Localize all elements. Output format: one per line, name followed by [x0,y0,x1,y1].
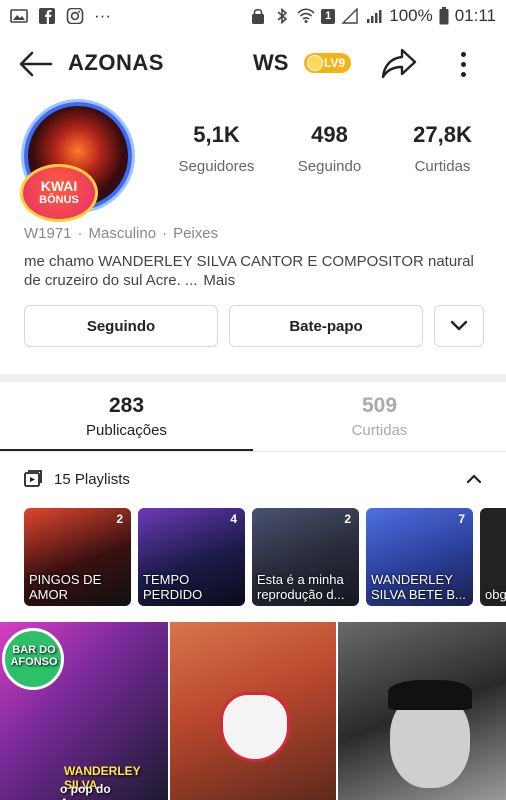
level-badge: LV9 [304,53,352,73]
bluetooth-icon [277,8,288,24]
profile-sign: Peixes [173,225,219,242]
sim-badge: 1 [321,8,336,24]
share-button[interactable] [380,46,420,82]
chevron-down-icon [450,320,468,331]
tab-count: 283 [108,394,145,417]
playlist-card[interactable]: 2 PINGOS DE AMOR [24,508,131,606]
playlist-count: 2 [116,512,123,526]
tab-label: Publicações [86,422,167,439]
tab-label: Curtidas [351,422,408,439]
thumbnail-cap-shape [388,680,472,710]
playlist-title: PINGOS DE AMOR [29,572,102,602]
video-thumbnail[interactable]: BAR DO AFONSO WANDERLEY SILVA o pop do A… [0,622,168,800]
back-button[interactable] [18,46,62,82]
playlist-card[interactable]: 7 WANDERLEY SILVA BETE B... [366,508,473,606]
signal-icon-1 [341,8,358,24]
playlists-title: 15 Playlists [54,470,130,488]
profile-id: W1971 [24,225,72,242]
separator: · [77,225,83,242]
section-divider [0,374,506,382]
username-left: AZONAS [68,50,164,75]
more-options-button[interactable] [450,46,476,82]
more-dot-icon [460,61,466,67]
avatar-wrap[interactable]: KWAI BÔNUS [16,94,140,232]
playlist-title: Esta é a minha reprodução d... [257,572,345,602]
share-icon [381,48,417,79]
playlists-header[interactable]: 15 Playlists [24,466,484,492]
username-right: WS [253,50,289,75]
profile-meta: W1971 · Masculino · Peixes [24,225,218,242]
playlist-card[interactable]: obg tud [480,508,506,606]
more-notifications-icon: ··· [94,6,111,25]
video-thumbnail[interactable] [338,622,506,800]
playlist-card[interactable]: 2 Esta é a minha reprodução d... [252,508,359,606]
gallery-icon [10,9,28,23]
clock: 01:11 [454,6,496,25]
kwai-bonus-badge[interactable]: KWAI BÔNUS [20,164,98,222]
arrow-left-icon [19,51,53,77]
kwai-badge-line1: KWAI [40,178,78,194]
profile-gender: Masculino [88,225,157,242]
stat-label: Curtidas [414,158,471,175]
following-button[interactable]: Seguindo [24,305,218,347]
kwai-badge-line2: BÔNUS [39,194,79,206]
stat-following[interactable]: 498 Seguindo [273,122,386,175]
profile-stats: 5,1K Seguidores 498 Seguindo 27,8K Curti… [160,122,500,175]
playlist-title: WANDERLEY SILVA BETE B... [371,572,466,602]
profile-tabs: 283 Publicações 509 Curtidas [0,394,506,452]
wifi-icon [297,8,315,23]
stat-value: 498 [311,122,348,147]
playlist-title: obg tud [485,587,506,602]
bio-more-link[interactable]: Mais [203,272,235,289]
thumbnail-mask-shape [220,692,290,762]
playlist-count: 7 [458,512,465,526]
lock-icon [252,8,265,24]
playlist-icon [24,470,42,487]
stat-followers[interactable]: 5,1K Seguidores [160,122,273,175]
chat-button[interactable]: Bate-papo [229,305,423,347]
stat-value: 5,1K [193,122,240,147]
profile-bio: me chamo WANDERLEY SILVA CANTOR E COMPOS… [24,252,484,290]
video-sub-text: o pop do Amazonas [60,782,120,800]
playlist-count: 4 [230,512,237,526]
bio-text: me chamo WANDERLEY SILVA CANTOR E COMPOS… [24,253,474,289]
chevron-up-icon[interactable] [464,469,484,489]
signal-icon-2 [367,10,382,23]
level-star-icon [307,55,323,71]
stat-label: Seguindo [297,158,362,175]
action-buttons: Seguindo Bate-papo [24,305,484,347]
tab-divider [0,451,506,452]
playlists-row: 2 PINGOS DE AMOR 4 TEMPO PERDIDO 2 Esta … [24,508,506,606]
playlist-title: TEMPO PERDIDO [143,572,203,602]
video-grid: BAR DO AFONSO WANDERLEY SILVA o pop do A… [0,622,506,800]
video-thumbnail[interactable] [170,622,336,800]
stat-likes[interactable]: 27,8K Curtidas [386,122,499,175]
profile-header: AZONAS WS LV9 [0,40,506,88]
level-text: LV9 [324,56,346,70]
battery-icon [439,7,449,25]
video-top-text: BAR DO AFONSO [10,644,58,668]
instagram-icon [66,8,84,24]
tab-posts[interactable]: 283 Publicações [0,394,253,452]
stat-label: Seguidores [178,158,255,175]
tab-count: 509 [361,394,398,417]
facebook-icon [39,8,55,24]
playlist-card[interactable]: 4 TEMPO PERDIDO [138,508,245,606]
status-bar: ··· 1 100% 01:11 [0,0,506,32]
battery-percent: 100% [389,6,433,25]
more-dot-icon [460,71,466,77]
tab-likes[interactable]: 509 Curtidas [253,394,506,452]
separator: · [162,225,168,242]
suggestions-dropdown-button[interactable] [434,305,484,347]
playlist-count: 2 [344,512,351,526]
more-dot-icon [460,51,466,57]
stat-value: 27,8K [413,122,472,147]
